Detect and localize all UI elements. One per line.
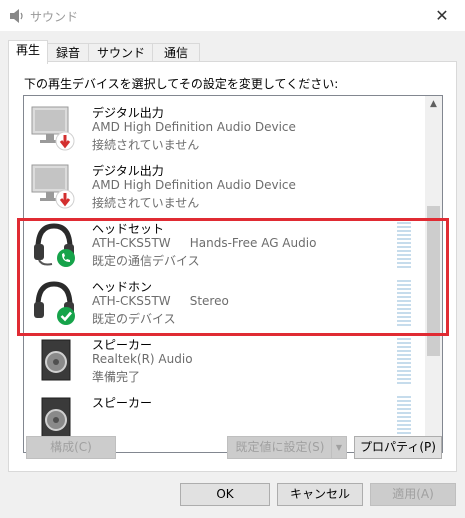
highlight-box [17, 218, 449, 336]
list-item[interactable]: スピーカー Realtek(R) Audio 準備完了 [24, 332, 424, 390]
device-status: 接続されていません [92, 196, 200, 210]
set-default-label: 既定値に設定(S) [235, 440, 325, 454]
properties-button[interactable]: プロパティ(P) [354, 436, 442, 459]
device-name: スピーカー [92, 396, 153, 410]
tab-playback[interactable]: 再生 [8, 40, 48, 64]
device-name: デジタル出力 [92, 106, 164, 120]
list-item[interactable]: デジタル出力 AMD High Definition Audio Device … [24, 100, 424, 158]
set-default-button[interactable]: 既定値に設定(S) ▼ [227, 436, 347, 459]
configure-button[interactable]: 構成(C) [26, 436, 116, 459]
device-driver: AMD High Definition Audio Device [92, 178, 296, 192]
speaker-icon [41, 339, 71, 381]
title-bar: サウンド ✕ [0, 0, 465, 31]
list-item[interactable]: デジタル出力 AMD High Definition Audio Device … [24, 158, 424, 216]
tab-sounds[interactable]: サウンド [88, 43, 154, 63]
cancel-button[interactable]: キャンセル [277, 483, 363, 506]
device-driver: Realtek(R) Audio [92, 352, 193, 366]
apply-button[interactable]: 適用(A) [370, 483, 456, 506]
volume-meter [397, 338, 411, 384]
device-name: スピーカー [92, 338, 153, 352]
device-status: 接続されていません [92, 138, 200, 152]
monitor-icon [31, 106, 75, 151]
speaker-icon [10, 9, 23, 23]
instruction-text: 下の再生デバイスを選択してその設定を変更してください: [24, 77, 339, 91]
scroll-up-icon[interactable]: ▲ [425, 96, 442, 113]
tab-recording[interactable]: 録音 [46, 43, 90, 63]
tab-communications[interactable]: 通信 [152, 43, 200, 63]
device-name: デジタル出力 [92, 164, 164, 178]
monitor-icon [31, 164, 75, 209]
window-title: サウンド [30, 10, 79, 24]
speaker-icon [41, 397, 71, 439]
close-button[interactable]: ✕ [427, 4, 457, 28]
device-status: 準備完了 [92, 370, 141, 384]
device-driver: AMD High Definition Audio Device [92, 120, 296, 134]
chevron-down-icon[interactable]: ▼ [331, 437, 346, 458]
ok-button[interactable]: OK [180, 483, 270, 506]
